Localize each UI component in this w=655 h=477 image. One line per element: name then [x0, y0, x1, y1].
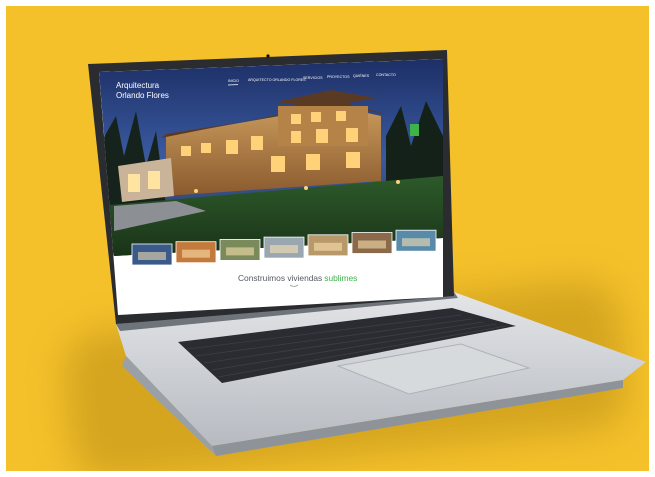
laptop-illustration: Arquitectura Orlando Flores INICIO ARQUI…	[88, 50, 646, 456]
nav-item-proyectos[interactable]: PROYECTOS	[327, 75, 350, 79]
brand-line2[interactable]: Orlando Flores	[116, 91, 169, 100]
camera-icon	[266, 54, 270, 58]
thumbnail-3-detail	[226, 247, 254, 256]
nav-item-arquitecto[interactable]: ARQUITECTO ORLANDO FLORES	[248, 78, 306, 82]
nav-item-quienes[interactable]: QUIÉNES	[353, 73, 370, 78]
thumbnail-2-detail	[182, 249, 210, 258]
nav-item-inicio[interactable]: INICIO	[228, 79, 239, 83]
thumbnail-7-detail	[402, 238, 430, 247]
thumbnail-6-detail	[358, 240, 386, 249]
thumbnail-5-detail	[314, 242, 342, 251]
tagline: Construimos viviendas sublimes	[238, 273, 357, 283]
nav-item-contacto[interactable]: CONTACTO	[376, 73, 396, 77]
website-screen: Arquitectura Orlando Flores INICIO ARQUI…	[99, 59, 443, 315]
thumbnail-1-detail	[138, 252, 166, 260]
brand-line1[interactable]: Arquitectura	[116, 81, 160, 90]
side-chat-button[interactable]	[410, 124, 419, 136]
nav-item-servicios[interactable]: SERVICIOS	[303, 76, 323, 80]
thumbnail-4-detail	[270, 245, 298, 254]
background-frame: Arquitectura Orlando Flores INICIO ARQUI…	[6, 6, 649, 471]
